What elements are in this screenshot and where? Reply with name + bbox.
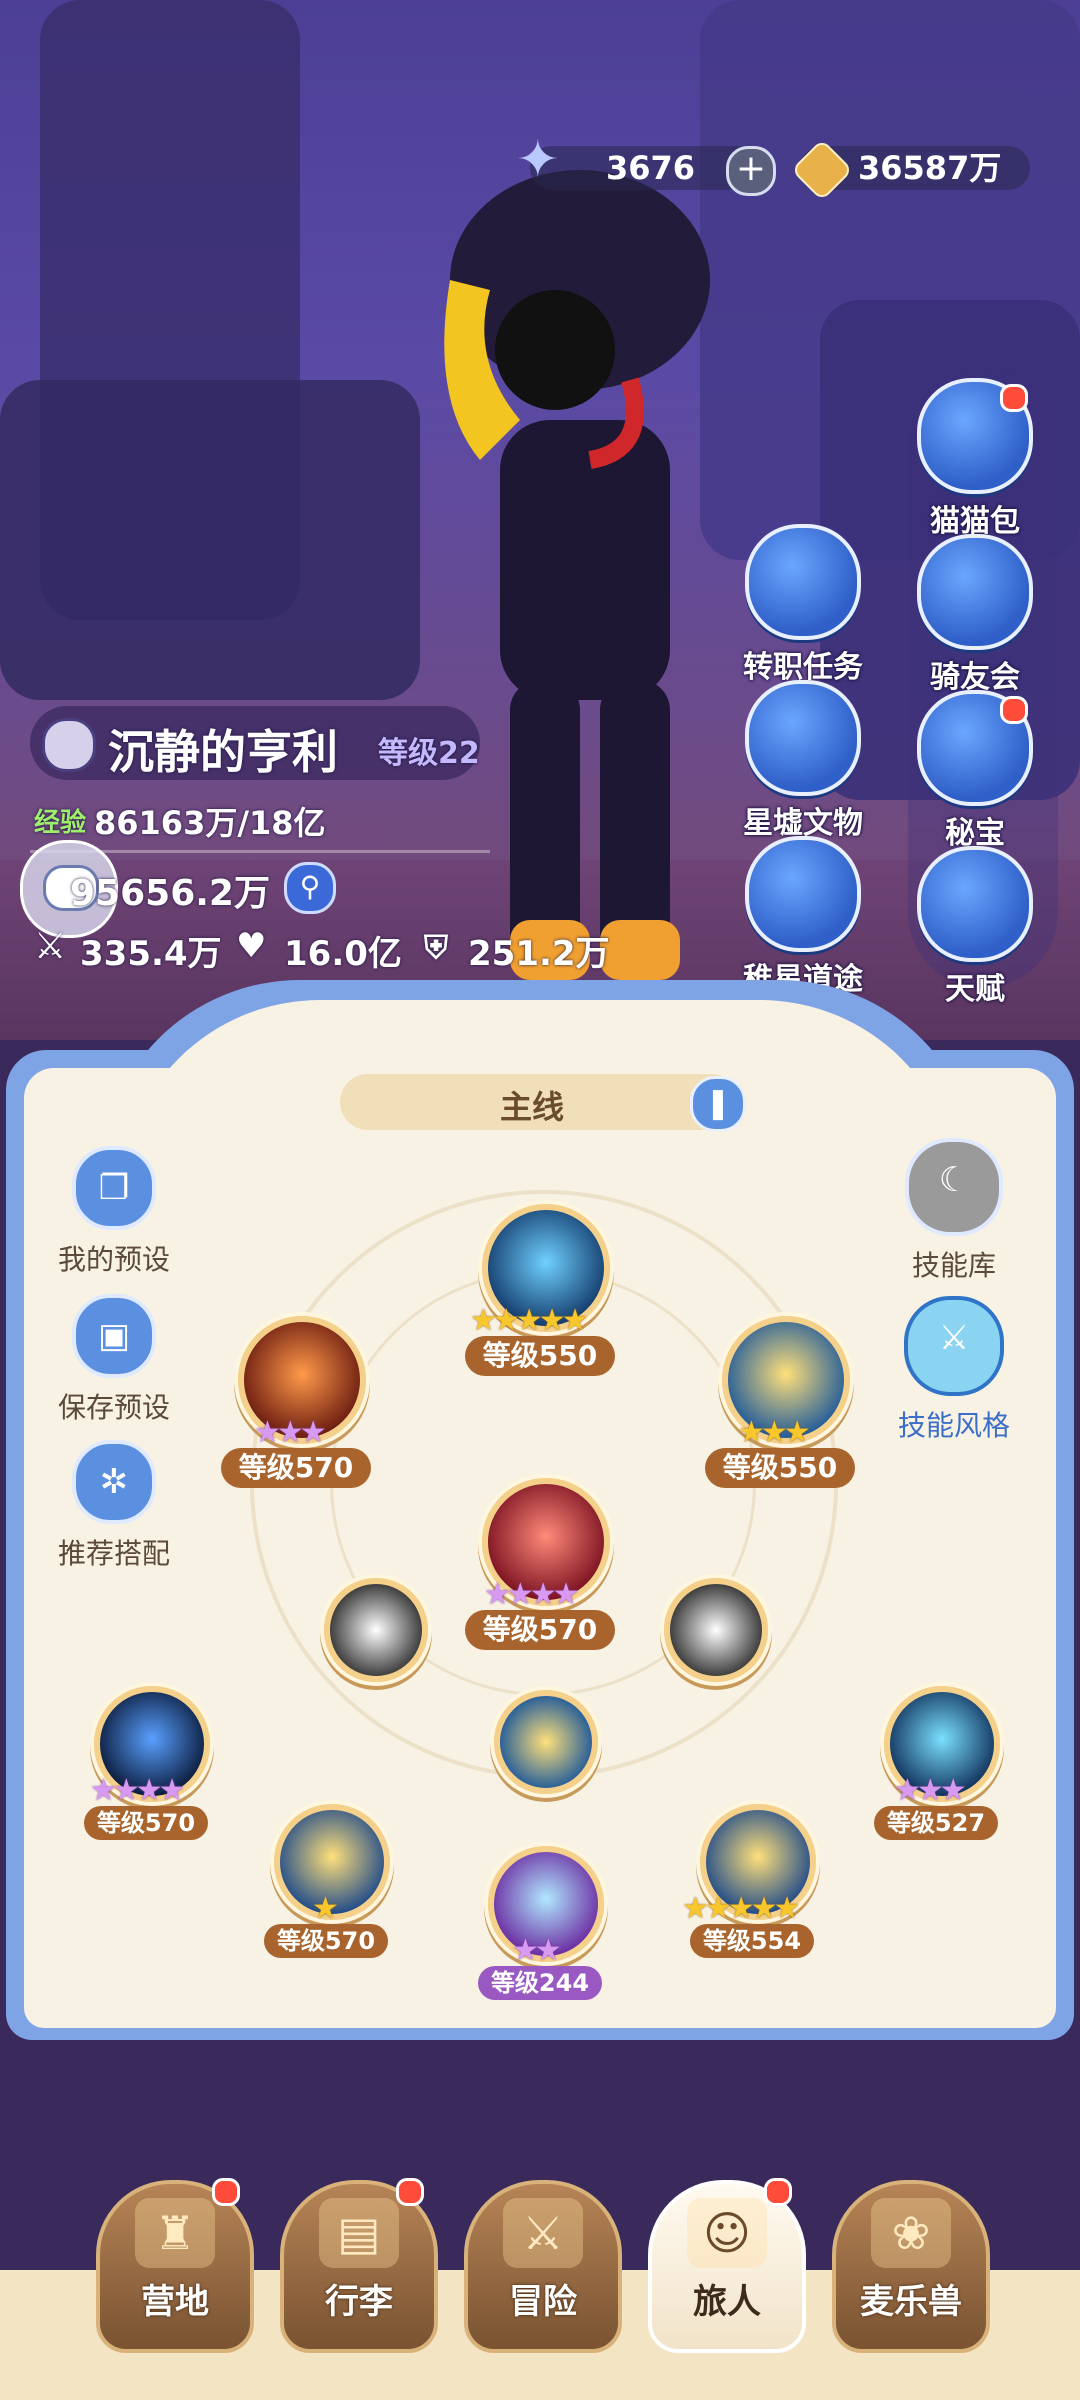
save-icon: ▣ [72, 1294, 156, 1378]
skill-stars: ★★★ [894, 1773, 967, 1808]
nav-label: 麦乐兽 [860, 2282, 962, 2322]
exp-value: 86163万/18亿 [94, 804, 326, 842]
notification-dot [212, 2178, 240, 2206]
job-quest-icon [745, 524, 861, 640]
skill-level-badge: 等级570 [465, 1610, 615, 1650]
gold-amount: 36587万 [858, 149, 1002, 187]
save-preset-button[interactable]: ▣ 保存预设 [44, 1294, 184, 1426]
my-presets-button[interactable]: ❐ 我的预设 [44, 1146, 184, 1278]
skill-library-button[interactable]: ☾ 技能库 [884, 1138, 1024, 1284]
horse-icon [917, 534, 1033, 650]
hp-value: 16.0亿 [284, 934, 402, 974]
skill-stars: ★ [312, 1891, 339, 1926]
gem-amount: 3676 [606, 149, 696, 187]
search-icon: ⚲ [299, 870, 321, 903]
nav-traveler-button[interactable]: ☺ 旅人 [648, 2178, 806, 2353]
skill-level-badge: 等级570 [264, 1924, 388, 1958]
info-button[interactable]: ❚ [690, 1076, 746, 1132]
notification-dot [764, 2178, 792, 2206]
skill-level-badge: 等级527 [874, 1806, 998, 1840]
traveler-icon: ☺ [687, 2198, 767, 2268]
class-emblem-icon [42, 718, 96, 772]
skill-orb[interactable] [664, 1578, 768, 1682]
skill-stars: ★★★★ [484, 1577, 580, 1612]
skill-level-badge: 等级244 [478, 1966, 602, 2000]
path-button[interactable]: 稚星道途 [728, 836, 878, 997]
pet-icon: ❀ [871, 2198, 951, 2268]
cards-icon: ❐ [72, 1146, 156, 1230]
hooded-figure-icon [745, 836, 861, 952]
nav-luggage-button[interactable]: ▤ 行李 [280, 2178, 438, 2353]
nav-label: 行李 [325, 2282, 393, 2322]
skill-level-badge: 等级570 [84, 1806, 208, 1840]
gem-icon: ✦ [516, 130, 560, 190]
power-detail-button[interactable]: ⚲ [284, 862, 336, 914]
skill-stars: ★★★ [738, 1415, 811, 1450]
book-icon: ❚ [705, 1086, 731, 1121]
skill-level-badge: 等级554 [690, 1924, 814, 1958]
adventure-icon: ⚔ [503, 2198, 583, 2268]
add-gems-button[interactable]: + [726, 146, 776, 196]
plus-icon: + [735, 148, 767, 189]
cat-bag-button[interactable]: 猫猫包 [900, 378, 1050, 539]
rider-club-button[interactable]: 骑友会 [900, 534, 1050, 695]
nav-camp-button[interactable]: ♜ 营地 [96, 2178, 254, 2353]
skill-level-badge: 等级550 [705, 1448, 855, 1488]
skill-level-badge: 等级570 [221, 1448, 371, 1488]
skill-orb[interactable] [324, 1578, 428, 1682]
skill-stars: ★★★★★ [470, 1303, 588, 1338]
nav-label: 旅人 [693, 2282, 761, 2322]
crossed-swords-icon: ⚔ [34, 926, 67, 967]
luggage-icon: ▤ [319, 2198, 399, 2268]
relics-button[interactable]: 星墟文物 [728, 680, 878, 841]
skill-stars: ★★★★★ [682, 1891, 800, 1926]
tab-mainline[interactable]: 主线 [340, 1074, 740, 1130]
recommended-build-button[interactable]: ✲ 推荐搭配 [44, 1440, 184, 1572]
defense-value: 251.2万 [468, 934, 610, 974]
talent-label: 天赋 [945, 972, 1005, 1007]
notification-dot [1000, 696, 1028, 724]
save-preset-label: 保存预设 [57, 1391, 170, 1424]
skill-style-label: 技能风格 [897, 1409, 1010, 1442]
relic-icon [745, 680, 861, 796]
my-presets-label: 我的预设 [57, 1243, 170, 1276]
player-level: 等级22 [378, 736, 480, 771]
skill-stars: ★★★ [254, 1415, 327, 1450]
skill-level-badge: 等级550 [465, 1336, 615, 1376]
skill-library-label: 技能库 [911, 1249, 996, 1282]
camp-icon: ♜ [135, 2198, 215, 2268]
combat-power: 95656.2万 [70, 873, 270, 914]
player-name-bar[interactable]: 沉静的亨利 等级22 [30, 706, 480, 780]
recommended-build-label: 推荐搭配 [57, 1537, 170, 1570]
exp-label: 经验 [34, 808, 87, 838]
gears-icon: ✲ [72, 1440, 156, 1524]
nav-label: 营地 [141, 2282, 209, 2322]
notification-dot [396, 2178, 424, 2206]
talent-button[interactable]: 天赋 [900, 846, 1050, 1007]
tab-title: 主线 [500, 1088, 565, 1126]
moon-icon: ☾ [905, 1138, 1003, 1236]
nav-pet-button[interactable]: ❀ 麦乐兽 [832, 2180, 990, 2353]
skill-stars: ★★★★ [90, 1773, 186, 1808]
attack-value: 335.4万 [80, 934, 222, 974]
skill-style-button[interactable]: ⚔ 技能风格 [884, 1296, 1024, 1444]
heart-icon: ♥ [236, 926, 267, 966]
notification-dot [1000, 384, 1028, 412]
nav-label: 冒险 [509, 2282, 577, 2322]
gold-counter: 36587万 [790, 138, 1030, 202]
treasure-button[interactable]: 秘宝 [900, 690, 1050, 851]
nav-adventure-button[interactable]: ⚔ 冒险 [464, 2180, 622, 2353]
sword-icon: ⚔ [904, 1296, 1004, 1396]
shield-icon: ⛨ [424, 928, 449, 966]
player-name: 沉静的亨利 [108, 725, 338, 779]
job-quest-button[interactable]: 转职任务 [728, 524, 878, 685]
skill-orb[interactable] [494, 1690, 598, 1794]
skill-stars: ★★ [512, 1933, 562, 1968]
brain-icon [917, 846, 1033, 962]
